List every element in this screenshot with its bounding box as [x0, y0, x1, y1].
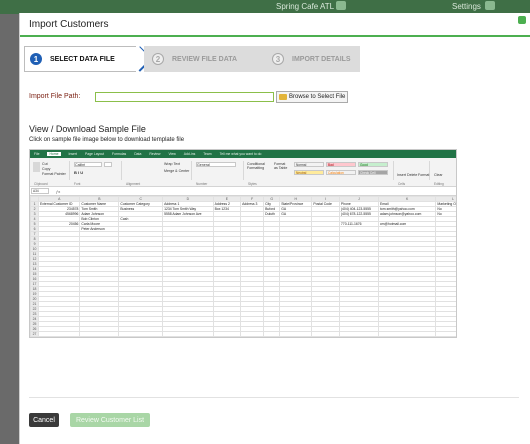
name-box: A34	[31, 188, 49, 194]
table-cell	[338, 336, 379, 337]
excel-tab: Tell me what you want to do	[219, 152, 262, 156]
excel-ribbon: Cut Copy Format Painter Clipboard Calibr…	[30, 158, 456, 187]
modal-title: Import Customers	[29, 19, 109, 30]
app-top-bar	[0, 0, 530, 14]
table-cell	[212, 336, 242, 337]
delete-item: Delete	[407, 173, 418, 177]
ribbon-caption: Styles	[248, 182, 257, 186]
import-file-path-input[interactable]	[95, 92, 274, 102]
table-cell	[377, 336, 437, 337]
cut-item: Cut	[42, 162, 48, 166]
excel-tab: Data	[134, 152, 142, 156]
style-good: Good	[358, 162, 388, 167]
location-name[interactable]: Spring Cafe ATL	[276, 2, 334, 11]
background-sidebar	[0, 14, 20, 444]
excel-tab: Review	[149, 152, 161, 156]
ribbon-group-clipboard: Cut Copy Format Painter Clipboard	[32, 161, 70, 186]
sample-file-title: View / Download Sample File	[29, 124, 146, 134]
excel-tab: Team	[203, 152, 212, 156]
close-icon[interactable]	[518, 16, 526, 24]
table-cell	[240, 336, 265, 337]
table-cell	[162, 336, 214, 337]
footer-divider	[29, 397, 519, 398]
wizard-steps: 1 SELECT DATA FILE 2 REVIEW FILE DATA 3 …	[24, 46, 360, 72]
table-cell	[263, 336, 281, 337]
browse-file-label: Browse to Select File	[289, 94, 346, 100]
excel-menu-bar: File Home Insert Page Layout Formulas Data Rev…	[30, 150, 456, 158]
ribbon-group-editing: Clear Editing	[432, 161, 456, 186]
sample-file-image[interactable]: File Home Insert Page Layout Formulas Data Rev…	[29, 149, 457, 338]
excel-grid: ABCDEFGHIJKLM1External Customer IDCustom…	[30, 196, 456, 337]
settings-icon[interactable]	[485, 1, 495, 10]
wizard-step-select-data-file[interactable]: 1 SELECT DATA FILE	[24, 46, 136, 72]
ribbon-group-styles: Conditional Formatting Format as Table N…	[246, 161, 394, 186]
ribbon-caption: Alignment	[126, 182, 141, 186]
modal-header: Import Customers	[20, 13, 530, 37]
excel-tab: Formulas	[112, 152, 127, 156]
step-number: 2	[152, 53, 164, 65]
step-label: REVIEW FILE DATA	[172, 55, 238, 63]
table-cell: Marketing Opt Out	[435, 201, 456, 207]
excel-tab: Insert	[68, 152, 77, 156]
ribbon-caption: Editing	[434, 182, 444, 186]
browse-file-button[interactable]: Browse to Select File	[276, 91, 348, 103]
table-cell	[118, 336, 164, 337]
wizard-step-import-details[interactable]: 3 IMPORT DETAILS	[262, 46, 360, 72]
excel-tab: File	[34, 152, 40, 156]
clear-item: Clear	[434, 173, 443, 177]
review-customer-list-button[interactable]: Review Customer List	[70, 413, 150, 427]
row-number: 28	[30, 336, 40, 337]
excel-tab: Page Layout	[85, 152, 105, 156]
excel-tab: Add-ins	[183, 152, 196, 156]
ribbon-caption: Font	[74, 182, 81, 186]
bold-icon: B I U	[74, 170, 84, 175]
step-number: 3	[272, 53, 284, 65]
table-cell	[79, 336, 120, 337]
import-customers-modal: Import Customers 1 SELECT DATA FILE 2 RE…	[19, 13, 530, 444]
number-format-box: General	[196, 162, 236, 167]
wrap-text-item: Wrap Text	[164, 162, 181, 166]
font-name-box: Calibri	[74, 162, 102, 167]
table-cell	[279, 336, 313, 337]
table-row: 28	[30, 336, 456, 337]
import-file-path-label: Import File Path:	[29, 93, 81, 100]
style-calculation: Calculation	[326, 170, 356, 175]
style-bad: Bad	[326, 162, 356, 167]
location-icon[interactable]	[336, 1, 346, 10]
paste-icon	[33, 162, 40, 172]
step-label: IMPORT DETAILS	[292, 55, 351, 63]
ribbon-caption: Clipboard	[34, 182, 48, 186]
format-item: Format	[418, 173, 430, 177]
excel-tab: Home	[47, 152, 61, 156]
step-label: SELECT DATA FILE	[50, 55, 115, 63]
excel-formula-bar: A34 ƒx	[30, 187, 456, 196]
table-cell	[38, 336, 81, 337]
ribbon-caption: Number	[196, 182, 208, 186]
conditional-formatting-item: Conditional Formatting	[247, 162, 265, 170]
merge-center-item: Merge & Center	[164, 169, 190, 173]
cancel-button[interactable]: Cancel	[29, 413, 59, 427]
ribbon-group-cells: Insert Delete Format Cells	[396, 161, 430, 186]
style-check-cell: Check Cell	[358, 170, 388, 175]
insert-item: Insert	[397, 173, 406, 177]
copy-item: Copy	[42, 167, 51, 171]
ribbon-group-number: General Number	[194, 161, 244, 186]
font-size-box	[104, 162, 112, 167]
settings-link[interactable]: Settings	[452, 2, 481, 11]
fx-icon: ƒx	[56, 189, 61, 194]
excel-tab: View	[168, 152, 176, 156]
folder-icon	[279, 94, 287, 100]
table-cell	[311, 336, 340, 337]
sample-file-instructions: Click on sample file image below to down…	[29, 137, 185, 143]
ribbon-group-font: Calibri B I U Font	[72, 161, 122, 186]
wizard-step-review-file-data[interactable]: 2 REVIEW FILE DATA	[144, 46, 262, 72]
format-as-table-item: Format as Table	[274, 162, 288, 170]
step-number: 1	[30, 53, 42, 65]
table-cell	[435, 336, 456, 337]
ribbon-group-alignment: Wrap Text Merge & Center Alignment	[124, 161, 192, 186]
format-painter-item: Format Painter	[42, 172, 66, 176]
style-neutral: Neutral	[294, 170, 324, 175]
style-normal: Normal	[294, 162, 324, 167]
ribbon-caption: Cells	[398, 182, 406, 186]
